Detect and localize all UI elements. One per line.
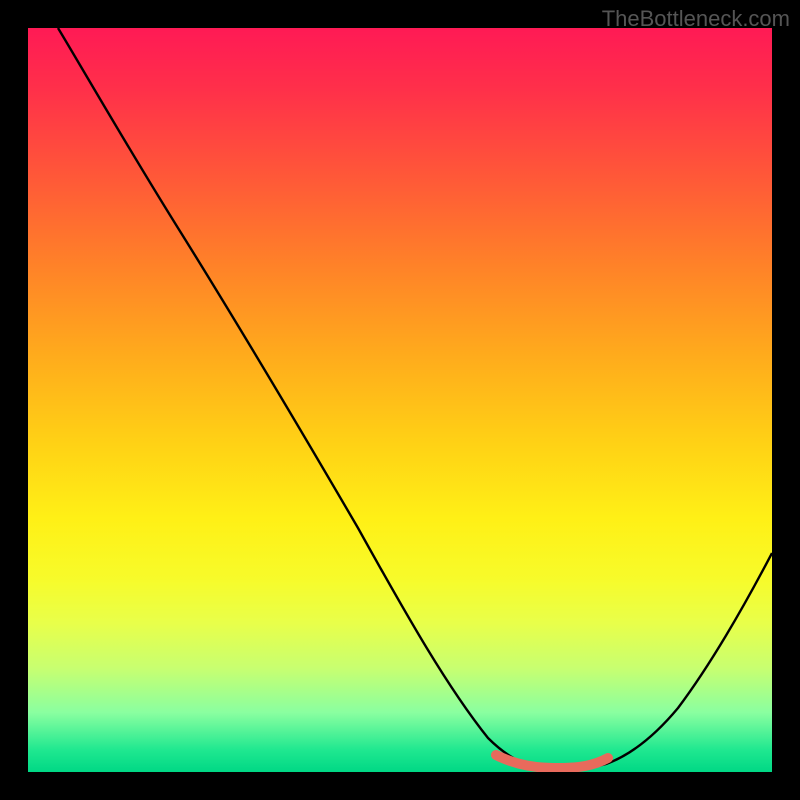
chart-plot-area bbox=[28, 28, 772, 772]
chart-svg bbox=[28, 28, 772, 772]
optimal-range-highlight bbox=[496, 755, 608, 768]
bottleneck-curve-line bbox=[58, 28, 772, 769]
watermark-text: TheBottleneck.com bbox=[602, 6, 790, 32]
